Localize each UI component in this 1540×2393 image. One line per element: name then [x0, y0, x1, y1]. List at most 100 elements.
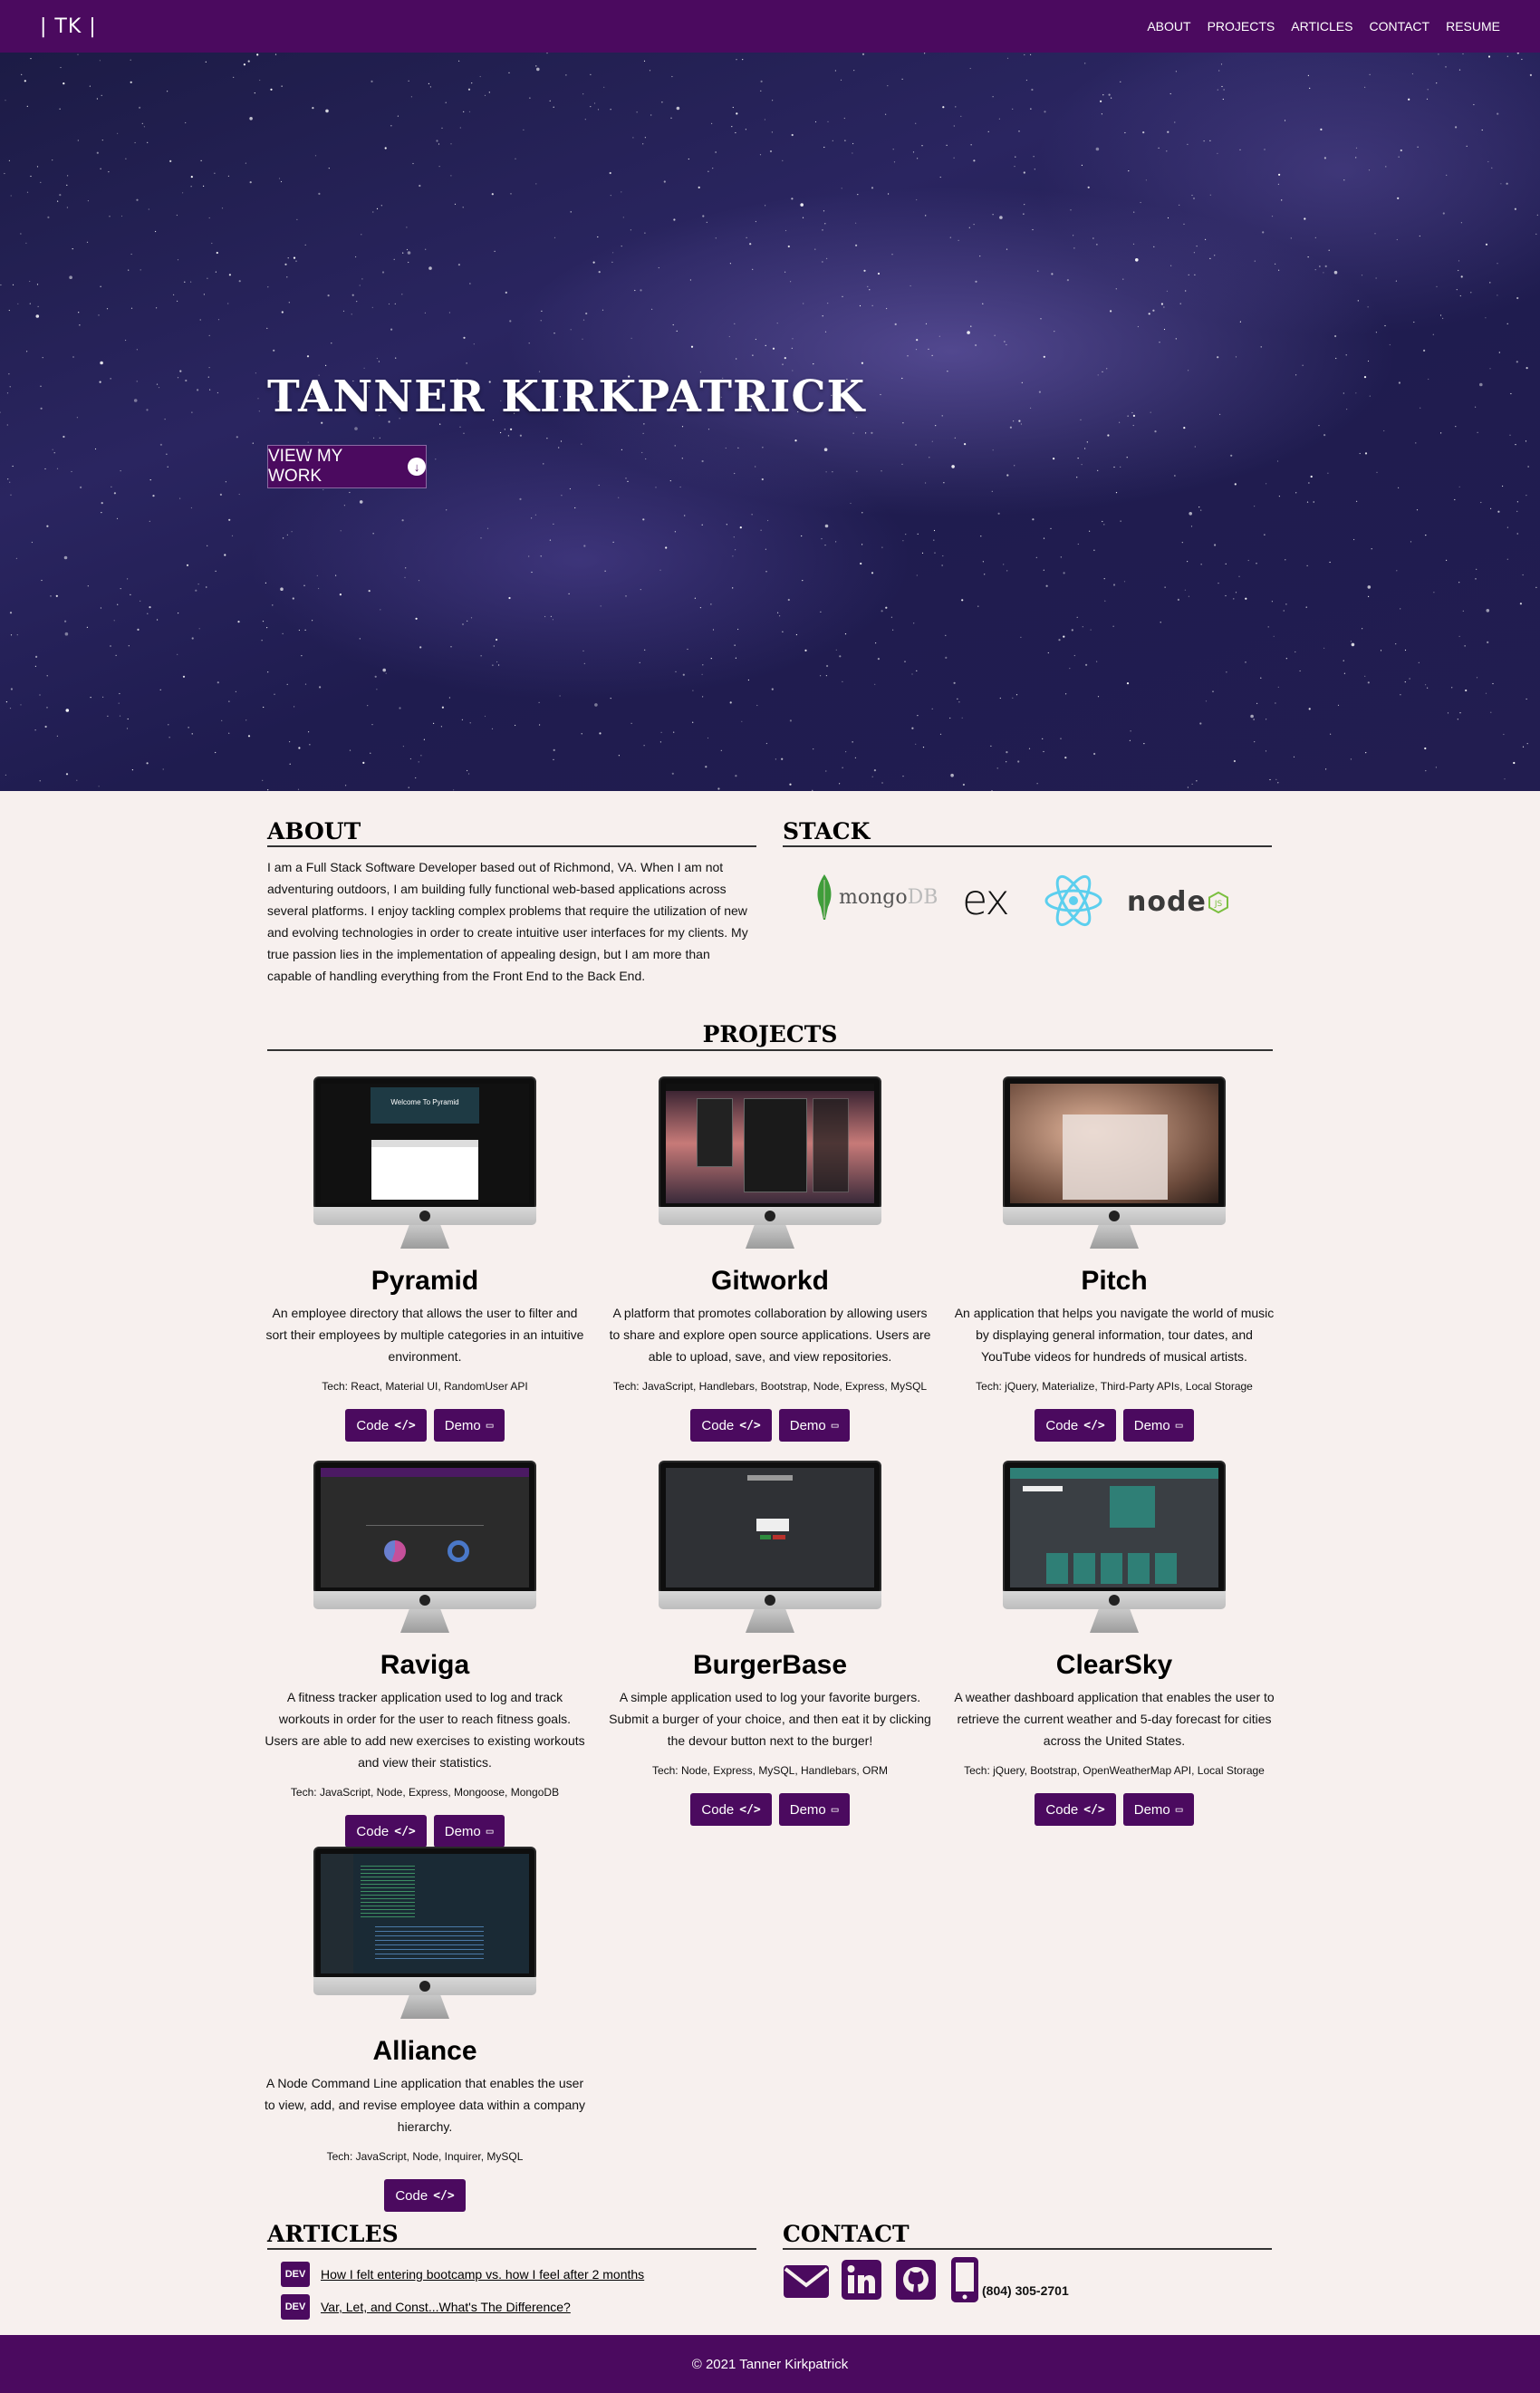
project-description: A Node Command Line application that ena… [264, 2076, 586, 2134]
project-card-raviga: Raviga A fitness tracker application use… [253, 1461, 597, 1848]
svg-text:JS: JS [1214, 900, 1223, 909]
code-button-label: Code [1045, 1417, 1079, 1433]
contact-divider [783, 2248, 1272, 2250]
article-link[interactable]: How I felt entering bootcamp vs. how I f… [321, 2267, 644, 2282]
project-description: A platform that promotes collaboration b… [609, 1306, 931, 1364]
apple-icon [1109, 1595, 1120, 1606]
code-button[interactable]: Code </> [345, 1815, 427, 1848]
project-title: BurgerBase [692, 1650, 848, 1680]
project-title: ClearSky [1055, 1650, 1173, 1680]
navbar: | TK | ABOUT PROJECTS ARTICLES CONTACT R… [0, 0, 1540, 53]
code-icon: </> [739, 1802, 761, 1817]
code-button-label: Code [701, 1801, 735, 1818]
project-title: Gitworkd [710, 1266, 829, 1296]
code-icon: </> [1083, 1802, 1105, 1817]
about-heading: ABOUT [267, 818, 361, 844]
code-button[interactable]: Code </> [1035, 1409, 1116, 1442]
nav-link-articles[interactable]: ARTICLES [1291, 19, 1352, 34]
demo-button-label: Demo [1133, 1801, 1170, 1818]
view-my-work-label: VIEW MY WORK [268, 447, 342, 486]
nav-link-contact[interactable]: CONTACT [1369, 19, 1429, 34]
demo-button[interactable]: Demo ▭ [778, 1409, 850, 1442]
project-screenshot[interactable] [1003, 1076, 1226, 1253]
mongodb-logo: mongo DB [813, 874, 938, 920]
project-screenshot[interactable]: Welcome To Pyramid [313, 1076, 536, 1253]
hero-title: TANNER KIRKPATRICK [267, 371, 866, 422]
dev-badge-icon: DEV [281, 2294, 310, 2320]
apple-icon [765, 1595, 775, 1606]
articles-heading: ARTICLES [267, 2221, 399, 2247]
about-divider [267, 845, 756, 847]
demo-button-label: Demo [789, 1801, 826, 1818]
mobile-phone-icon[interactable] [951, 2257, 978, 2307]
demo-button-label: Demo [444, 1823, 481, 1839]
project-tech: Tech: JavaScript, Node, Express, Mongoos… [290, 1786, 560, 1799]
apple-icon [765, 1211, 775, 1221]
project-card-pyramid: Welcome To Pyramid Pyramid An employee d… [253, 1076, 597, 1442]
envelope-icon[interactable] [783, 2263, 830, 2304]
mongodb-label-db: DB [907, 885, 938, 909]
demo-button[interactable]: Demo ▭ [433, 1409, 505, 1442]
project-screenshot[interactable] [313, 1847, 536, 2023]
project-title: Pitch [1081, 1266, 1148, 1296]
project-card-clearsky: ClearSky A weather dashboard application… [942, 1461, 1286, 1826]
project-title: Pyramid [371, 1266, 479, 1296]
code-button-label: Code [701, 1417, 735, 1433]
code-icon: </> [394, 1824, 416, 1838]
article-item: DEV Var, Let, and Const...What's The Dif… [281, 2294, 571, 2320]
view-my-work-button[interactable]: VIEW MY WORK ↓ [267, 445, 427, 488]
stack-divider [783, 845, 1272, 847]
code-button[interactable]: Code </> [690, 1793, 772, 1826]
project-tech: Tech: JavaScript, Handlebars, Bootstrap,… [612, 1380, 928, 1393]
code-button[interactable]: Code </> [1035, 1793, 1116, 1826]
brand-logo[interactable]: | TK | [40, 15, 97, 38]
articles-divider [267, 2248, 756, 2250]
nav-link-projects[interactable]: PROJECTS [1208, 19, 1275, 34]
nav-links: ABOUT PROJECTS ARTICLES CONTACT RESUME [1147, 19, 1500, 34]
project-description: A weather dashboard application that ena… [954, 1690, 1275, 1748]
demo-button[interactable]: Demo ▭ [1122, 1793, 1194, 1826]
nav-link-about[interactable]: ABOUT [1147, 19, 1190, 34]
project-card-alliance: Alliance A Node Command Line application… [253, 1847, 597, 2212]
nav-link-resume[interactable]: RESUME [1446, 19, 1500, 34]
node-logo: node JS [1127, 886, 1228, 918]
demo-button[interactable]: Demo ▭ [1122, 1409, 1194, 1442]
react-atom-icon [1044, 874, 1102, 927]
node-hexagon-icon: JS [1208, 891, 1228, 913]
apple-icon [1109, 1211, 1120, 1221]
laptop-icon: ▭ [831, 1418, 839, 1433]
code-icon: </> [394, 1418, 416, 1433]
laptop-icon: ▭ [831, 1802, 839, 1817]
project-screenshot[interactable] [659, 1076, 881, 1253]
code-button[interactable]: Code </> [690, 1409, 772, 1442]
demo-button[interactable]: Demo ▭ [778, 1793, 850, 1826]
projects-heading: PROJECTS [702, 1021, 838, 1047]
demo-button[interactable]: Demo ▭ [433, 1815, 505, 1848]
github-icon[interactable] [896, 2260, 936, 2304]
article-link[interactable]: Var, Let, and Const...What's The Differe… [321, 2300, 571, 2314]
code-icon: </> [739, 1418, 761, 1433]
stack-heading: STACK [783, 818, 871, 844]
laptop-icon: ▭ [1175, 1802, 1183, 1817]
code-button-label: Code [395, 2187, 428, 2204]
project-tech: Tech: Node, Express, MySQL, Handlebars, … [651, 1764, 889, 1777]
dev-badge-icon: DEV [281, 2262, 310, 2287]
code-button[interactable]: Code </> [384, 2179, 466, 2212]
node-label: node [1127, 886, 1207, 918]
mongodb-label-mongo: mongo [839, 885, 908, 909]
code-button[interactable]: Code </> [345, 1409, 427, 1442]
demo-button-label: Demo [789, 1417, 826, 1433]
project-screenshot[interactable] [1003, 1461, 1226, 1637]
project-screenshot[interactable] [313, 1461, 536, 1637]
phone-number[interactable]: (804) 305-2701 [982, 2283, 1069, 2298]
linkedin-icon[interactable] [842, 2260, 881, 2304]
hero-section: TANNER KIRKPATRICK VIEW MY WORK ↓ [0, 53, 1540, 791]
code-icon: </> [1083, 1418, 1105, 1433]
apple-icon [419, 1595, 430, 1606]
footer-copyright: © 2021 Tanner Kirkpatrick [691, 2356, 849, 2372]
laptop-icon: ▭ [1175, 1418, 1183, 1433]
code-button-label: Code [1045, 1801, 1079, 1818]
project-card-burgerbase: BurgerBase A simple application used to … [598, 1461, 942, 1826]
project-title: Alliance [372, 2036, 477, 2066]
project-screenshot[interactable] [659, 1461, 881, 1637]
